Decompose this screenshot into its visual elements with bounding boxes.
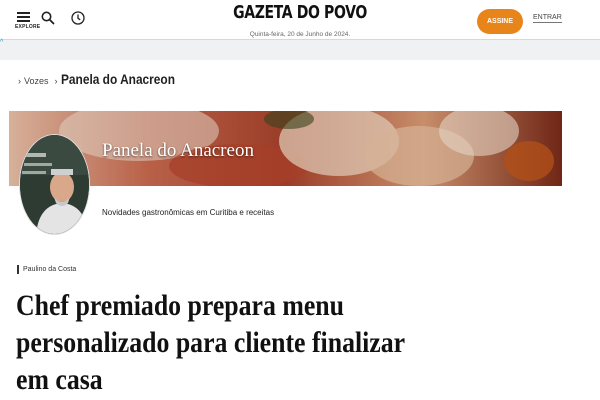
article-headline: Chef premiado prepara menu personalizado… xyxy=(16,289,405,396)
ad-strip xyxy=(0,40,600,60)
columnist-avatar[interactable] xyxy=(19,134,90,235)
article-author[interactable]: Paulino da Costa xyxy=(17,265,76,274)
breadcrumb-item-column[interactable]: Panela do Anacreon xyxy=(61,71,175,87)
breadcrumb: › Vozes › Panela do Anacreon xyxy=(18,71,195,89)
column-banner xyxy=(9,111,562,186)
breadcrumb-separator: › xyxy=(54,76,58,86)
ad-choices-icon[interactable]: ^ xyxy=(0,39,3,46)
search-icon xyxy=(41,11,55,25)
breadcrumb-item-vozes[interactable]: Vozes xyxy=(24,76,49,86)
site-logo[interactable]: GAZETA DO POVO xyxy=(66,2,534,23)
search-button[interactable] xyxy=(40,10,56,26)
explore-label: EXPLORE xyxy=(15,24,41,30)
login-link[interactable]: ENTRAR xyxy=(533,14,562,23)
breadcrumb-separator: › xyxy=(18,76,21,86)
column-title[interactable]: Panela do Anacreon xyxy=(102,140,254,162)
subscribe-button[interactable]: ASSINE xyxy=(477,9,523,34)
site-header: EXPLORE GAZETA DO POVO Quinta-feira, 20 … xyxy=(0,0,600,40)
banner-food-image xyxy=(9,111,562,186)
column-tagline: Novidades gastronômicas em Curitiba e re… xyxy=(102,208,275,217)
columnist-photo xyxy=(20,135,89,234)
